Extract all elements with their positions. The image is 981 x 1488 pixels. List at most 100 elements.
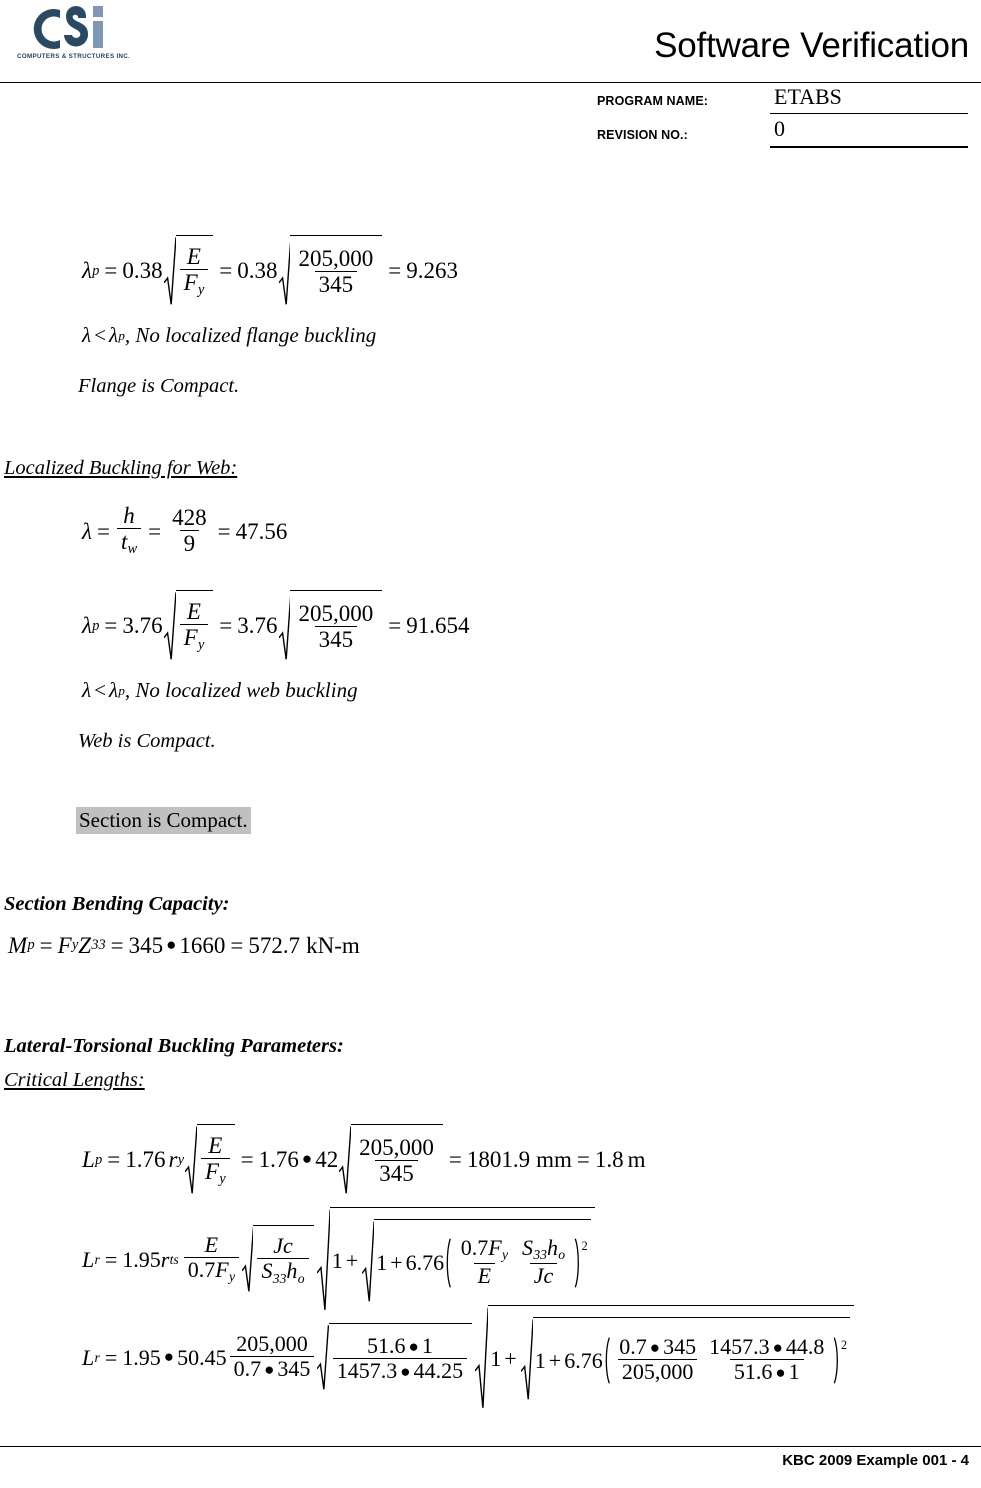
Fy-value-lp: 345 xyxy=(375,1159,418,1185)
plus-operator: + xyxy=(345,1248,359,1274)
web-height-h: h xyxy=(123,502,135,528)
flange-distance-h-b: h xyxy=(546,1234,558,1260)
lambda-symbol-web: λ xyxy=(82,518,92,544)
less-than-operator-2: < xyxy=(94,678,106,702)
yield-stress-F-mp: F xyxy=(57,933,72,958)
csi-logo: COMPUTERS & STRUCTURES INC. xyxy=(14,4,154,66)
lambda-p-subscript: p xyxy=(92,262,100,279)
bending-capacity-heading: Section Bending Capacity: xyxy=(4,893,230,915)
section-compact-highlight: Section is Compact. xyxy=(76,807,251,834)
mp-result: 572.7 xyxy=(248,933,301,958)
multiply-dot-icon-lr6: ● xyxy=(772,1338,783,1358)
document-page: COMPUTERS & STRUCTURES INC. Software Ver… xyxy=(0,0,981,1488)
yield-stress-subscript: y xyxy=(197,282,205,299)
exponent-2: 2 xyxy=(581,1238,588,1253)
web-thickness-t: t xyxy=(120,528,128,554)
footer-divider xyxy=(0,1446,981,1447)
yield-stress-F-lr: F xyxy=(215,1256,229,1282)
yield-stress-subscript-lr: y xyxy=(228,1269,236,1285)
Lp-subscript: p xyxy=(95,1151,103,1168)
yield-stress-subscript-lp: y xyxy=(219,1171,226,1188)
multiply-dot-icon-lr2: ● xyxy=(264,1360,275,1380)
lambda-p-subscript-web: p xyxy=(92,617,100,634)
web-comparison-line: λ < λp , No localized web buckling xyxy=(82,680,358,703)
section-compact-statement: Section is Compact. xyxy=(76,807,251,834)
Lr-subscript-num: r xyxy=(94,1349,100,1365)
web-thickness-subscript: w xyxy=(127,541,138,558)
one-term-num-2: 1 xyxy=(534,1347,546,1373)
Fy-value-mp: 345 xyxy=(128,933,164,958)
Jc-c-value: 1 xyxy=(421,1332,433,1358)
Fy-value-lr-b: 345 xyxy=(663,1334,697,1360)
yield-stress-subscript-lr-b: y xyxy=(501,1247,509,1263)
Fy-value-web: 345 xyxy=(314,625,358,651)
torsional-constant-Jc-b: Jc xyxy=(529,1262,558,1287)
S33-value: 1457.3 xyxy=(336,1357,398,1383)
flange-conclusion: Flange is Compact. xyxy=(78,375,240,397)
coefficient-176-repeat: 1.76 xyxy=(258,1147,299,1173)
Fy-coefficient-07: 0.7 xyxy=(187,1256,216,1282)
multiply-dot-icon-lr5: ● xyxy=(649,1338,661,1358)
footer-reference: KBC 2009 Example 001 - 4 xyxy=(782,1452,969,1469)
mp-unit: kN-m xyxy=(306,933,360,958)
E-value-web: 205,000 xyxy=(298,600,374,626)
revision-value: 0 xyxy=(774,116,785,141)
lambda-p-symbol-3: λ xyxy=(108,678,119,702)
yield-stress-F-lp: F xyxy=(204,1158,220,1184)
modulus-E: E xyxy=(186,243,201,269)
E-value-lr: 205,000 xyxy=(236,1331,308,1357)
constant-676-num: 6.76 xyxy=(564,1347,603,1373)
Lr-subscript: r xyxy=(94,1251,100,1267)
yield-stress-F-lr-b: F xyxy=(488,1234,502,1260)
coefficient-038-repeat: 0.38 xyxy=(237,258,278,284)
ry-value: 42 xyxy=(315,1147,339,1173)
ho-value: 44.25 xyxy=(413,1357,464,1383)
yield-stress-F-web: F xyxy=(183,624,198,650)
radius-gyration-subscript: y xyxy=(177,1151,185,1168)
section-modulus-S-b: S xyxy=(522,1234,534,1260)
plus-operator-2: + xyxy=(390,1249,403,1275)
critical-lengths-heading: Critical Lengths: xyxy=(4,1069,145,1091)
equation-lambda-web: λ = h tw = 428 9 = 47.56 xyxy=(82,502,288,558)
csi-logo-mark xyxy=(33,6,103,49)
constant-676: 6.76 xyxy=(405,1249,445,1275)
Fy-num-07-b: 0.7 xyxy=(619,1334,647,1360)
lambda-symbol: λ xyxy=(82,323,92,347)
plastic-moment-M: M xyxy=(8,933,28,958)
multiply-dot-icon-lr4: ● xyxy=(400,1361,411,1381)
lp-result-m: 1.8 xyxy=(594,1147,624,1173)
Fy-value: 345 xyxy=(314,270,358,296)
lp-result-mm: 1801.9 xyxy=(466,1147,531,1173)
plastic-modulus-subscript: 33 xyxy=(91,937,106,954)
coefficient-176: 1.76 xyxy=(125,1147,166,1173)
Lr-symbol-num: L xyxy=(82,1344,95,1370)
multiply-dot-icon-lp: ● xyxy=(301,1149,313,1169)
h-value: 428 xyxy=(172,504,207,530)
modulus-E-lp: E xyxy=(208,1132,223,1158)
web-buckling-text: , No localized web buckling xyxy=(124,678,358,702)
section-modulus-S: S xyxy=(261,1258,273,1284)
flange-distance-h: h xyxy=(286,1258,298,1284)
coefficient-376-repeat: 3.76 xyxy=(237,613,278,639)
one-term-2: 1 xyxy=(376,1249,388,1275)
coefficient-195: 1.95 xyxy=(122,1246,161,1272)
plastic-moment-subscript: p xyxy=(27,937,35,954)
Jc-num-value-b: 51.6 xyxy=(733,1359,773,1385)
section-modulus-subscript-b: 33 xyxy=(533,1247,547,1263)
S33-value-b: 1457.3 xyxy=(709,1334,770,1360)
equation-lr-symbolic: Lr = 1.95 r ts E 0.7Fy Jc S33ho 1 + 1 + … xyxy=(82,1207,596,1313)
lambda-p-flange-result: 9.263 xyxy=(406,258,458,284)
lambda-p-web-result: 91.654 xyxy=(406,613,470,639)
program-name-label: PROGRAM NAME: xyxy=(597,94,709,108)
Z-value: 1660 xyxy=(179,933,226,958)
program-name-underline xyxy=(770,113,968,114)
flange-distance-subscript-b: o xyxy=(558,1247,566,1263)
multiply-dot-icon: ● xyxy=(166,935,177,954)
torsional-constant-Jc: Jc xyxy=(273,1233,293,1259)
rts-symbol: r xyxy=(160,1246,170,1272)
E-value: 205,000 xyxy=(298,245,374,271)
rts-subscript: ts xyxy=(169,1251,179,1267)
coefficient-195-num: 1.95 xyxy=(122,1344,161,1370)
section-modulus-subscript: 33 xyxy=(272,1270,287,1286)
modulus-E-web: E xyxy=(186,598,201,624)
